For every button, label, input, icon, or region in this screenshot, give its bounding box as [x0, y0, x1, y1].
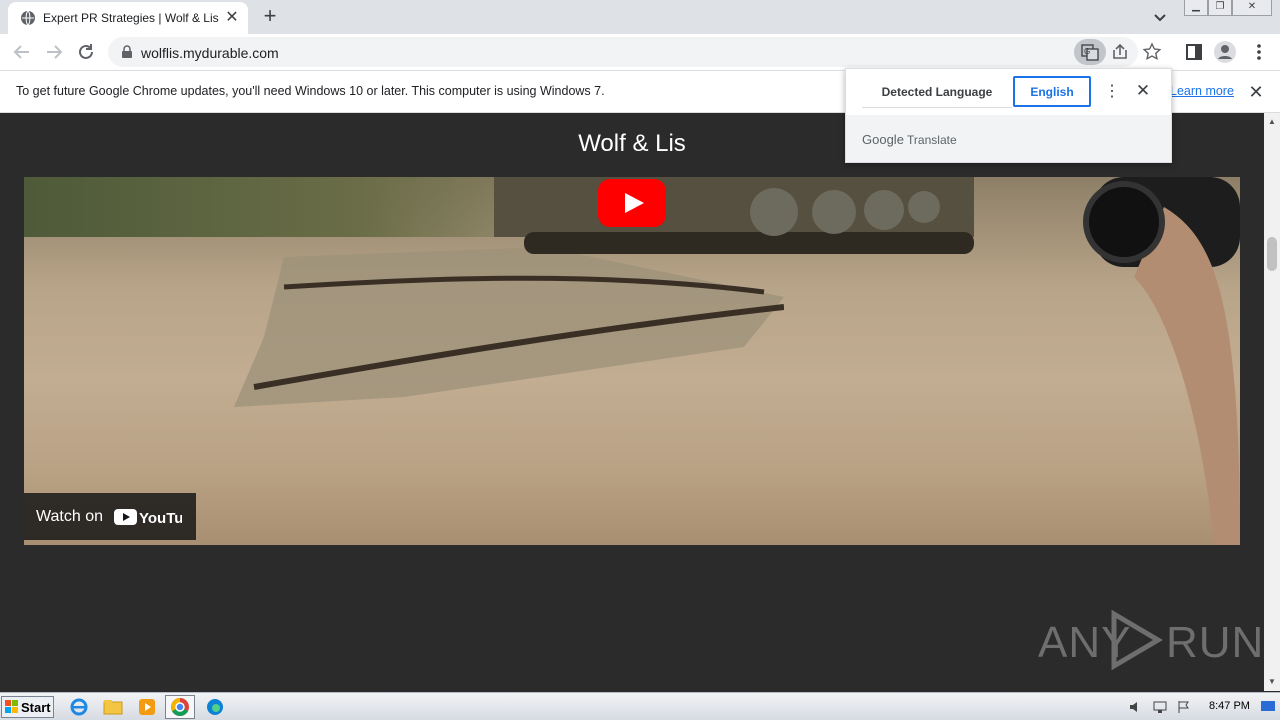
start-button[interactable]: Start — [1, 696, 54, 718]
translate-brand-text: Translate — [907, 133, 957, 147]
windows-taskbar: Start 8:47 PM — [0, 692, 1280, 720]
video-frame-tank-tracks — [494, 177, 974, 254]
watch-on-label: Watch on — [36, 508, 103, 525]
back-arrow-icon[interactable] — [10, 40, 34, 64]
ie-icon[interactable] — [68, 697, 90, 717]
google-translate-brand: Google Translate — [862, 132, 957, 147]
globe-icon — [21, 10, 35, 26]
bookmark-star-icon[interactable] — [1142, 42, 1162, 62]
scroll-up-icon[interactable]: ▲ — [1268, 117, 1276, 126]
watermark-play-logo-icon — [1111, 610, 1163, 670]
taskbar-clock[interactable]: 8:47 PM — [1209, 700, 1250, 712]
network-icon[interactable] — [1152, 700, 1168, 714]
volume-icon[interactable] — [1128, 700, 1144, 714]
video-frame-camera-hand — [1083, 177, 1240, 545]
watermark-right-text: RUN — [1166, 618, 1265, 667]
chrome-taskbar-button[interactable] — [165, 695, 195, 719]
detected-language-tab[interactable]: Detected Language — [862, 76, 1012, 108]
scrollbar-thumb[interactable] — [1267, 237, 1277, 271]
new-tab-button[interactable]: + — [258, 5, 282, 29]
browser-menu-icon[interactable] — [1247, 40, 1271, 64]
infobar-close-icon[interactable]: ✕ — [1246, 82, 1266, 102]
youtube-play-button-icon[interactable] — [598, 179, 666, 227]
youtube-video-embed[interactable]: Watch on YouTube — [24, 177, 1240, 545]
restore-button[interactable]: ❐ — [1208, 0, 1232, 16]
browser-tab[interactable]: Expert PR Strategies | Wolf & Lis ✕ — [8, 2, 248, 34]
tab-search-chevron-icon[interactable] — [1150, 8, 1170, 28]
translate-popup-header: Detected Language English ⋮ ✕ — [846, 69, 1171, 115]
translate-close-icon[interactable]: ✕ — [1133, 81, 1153, 101]
tab-title: Expert PR Strategies | Wolf & Lis — [43, 11, 219, 25]
folder-icon[interactable] — [102, 697, 124, 717]
watch-on-youtube-button[interactable]: Watch on YouTube — [24, 493, 196, 540]
profile-avatar-icon[interactable] — [1213, 40, 1237, 64]
learn-more-link[interactable]: Learn more — [1170, 84, 1234, 98]
show-desktop-icon[interactable] — [1260, 700, 1276, 714]
svg-text:G: G — [1084, 47, 1090, 56]
address-bar[interactable]: wolflis.mydurable.com G — [108, 37, 1162, 67]
forward-arrow-icon[interactable] — [42, 40, 66, 64]
scroll-down-icon[interactable]: ▼ — [1268, 677, 1276, 686]
translate-options-menu-icon[interactable]: ⋮ — [1102, 82, 1122, 102]
page-scrollbar[interactable]: ▲ ▼ — [1264, 113, 1280, 691]
windows-flag-icon — [5, 700, 18, 713]
translate-popup: Detected Language English ⋮ ✕ Google Tra… — [845, 68, 1172, 163]
edge-icon[interactable] — [204, 697, 226, 717]
share-icon[interactable] — [1110, 42, 1130, 62]
side-panel-icon[interactable] — [1182, 40, 1206, 64]
window-close-button[interactable]: ✕ — [1232, 0, 1272, 16]
start-label: Start — [21, 700, 51, 715]
lock-icon[interactable] — [120, 45, 134, 59]
youtube-logo-icon: YouTube — [114, 509, 182, 527]
tab-strip: Expert PR Strategies | Wolf & Lis ✕ + ▁ … — [0, 0, 1280, 34]
url-text[interactable]: wolflis.mydurable.com — [141, 45, 279, 61]
translate-icon[interactable]: G — [1074, 39, 1106, 65]
action-center-flag-icon[interactable] — [1176, 700, 1192, 714]
media-player-icon[interactable] — [136, 697, 158, 717]
reload-icon[interactable] — [74, 40, 98, 64]
infobar-message: To get future Google Chrome updates, you… — [16, 84, 605, 98]
google-brand-text: Google — [862, 132, 904, 147]
browser-toolbar: wolflis.mydurable.com G — [0, 34, 1280, 71]
minimize-button[interactable]: ▁ — [1184, 0, 1208, 16]
anyrun-watermark: ANY RUN — [1038, 608, 1263, 670]
chrome-icon — [171, 698, 189, 716]
english-language-tab[interactable]: English — [1013, 76, 1091, 107]
tab-close-icon[interactable]: ✕ — [222, 8, 242, 28]
youtube-logo-text: YouTube — [139, 510, 182, 527]
